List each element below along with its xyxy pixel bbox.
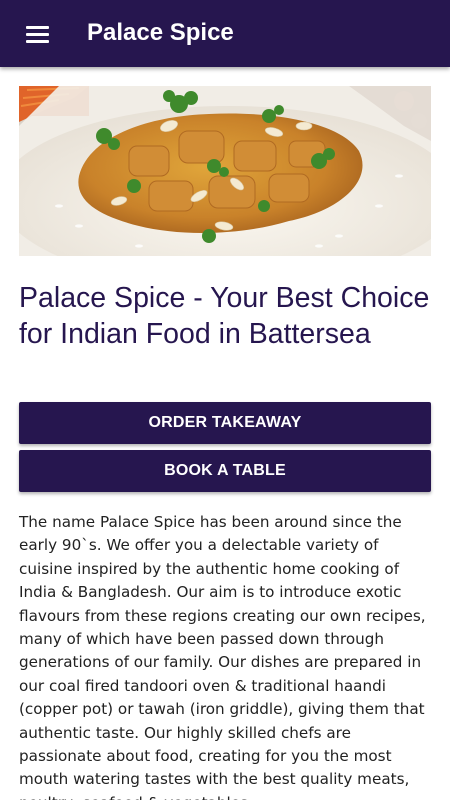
app-bar: Palace Spice [0,0,450,67]
book-table-button[interactable]: BOOK A TABLE [19,450,431,492]
hero-food-image [19,86,431,256]
menu-line [26,32,49,36]
page-headline: Palace Spice - Your Best Choice for Indi… [19,282,430,350]
restaurant-description: The name Palace Spice has been around si… [19,513,426,800]
curry-with-rice-photo [19,86,431,256]
app-title: Palace Spice [87,19,234,46]
menu-line [26,25,49,29]
hamburger-menu-icon[interactable] [21,20,55,48]
order-takeaway-button[interactable]: ORDER TAKEAWAY [19,402,431,444]
menu-line [26,39,49,43]
